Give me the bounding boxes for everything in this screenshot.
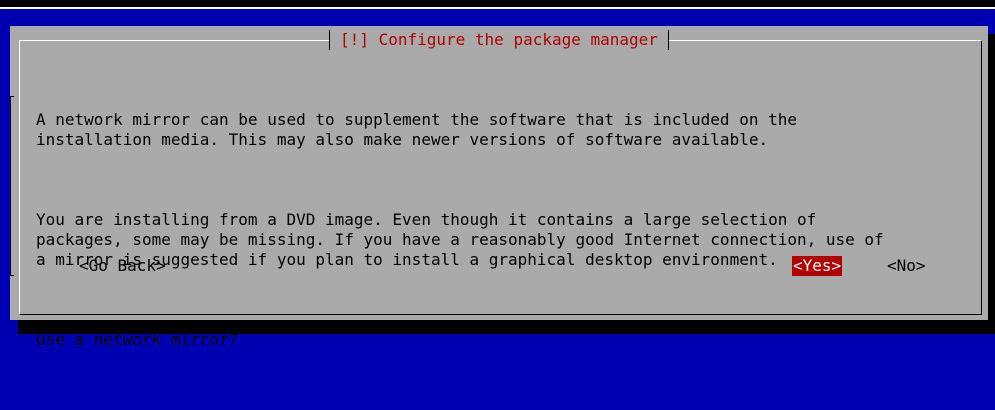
- go-back-button[interactable]: <Go Back>: [78, 256, 167, 276]
- question-prompt: Use a network mirror?: [36, 330, 239, 349]
- description-paragraph: A network mirror can be used to suppleme…: [36, 110, 797, 149]
- no-button[interactable]: <No>: [886, 256, 927, 276]
- configure-package-manager-dialog: [!] Configure the package manager A netw…: [10, 26, 988, 349]
- dialog-content: A network mirror can be used to suppleme…: [36, 70, 966, 410]
- dialog-title-box: [!] Configure the package manager: [329, 30, 669, 50]
- dialog-shadow: [988, 34, 995, 320]
- yes-button[interactable]: <Yes>: [792, 256, 843, 276]
- dialog-title: [!] Configure the package manager: [340, 30, 658, 49]
- dialog-left-mark: [10, 96, 14, 276]
- top-border-line: [0, 7, 995, 9]
- dialog-title-wrap: [!] Configure the package manager: [10, 30, 988, 50]
- dialog-button-row: <Go Back> <Yes> <No>: [10, 256, 988, 278]
- top-border-bar: [0, 0, 995, 7]
